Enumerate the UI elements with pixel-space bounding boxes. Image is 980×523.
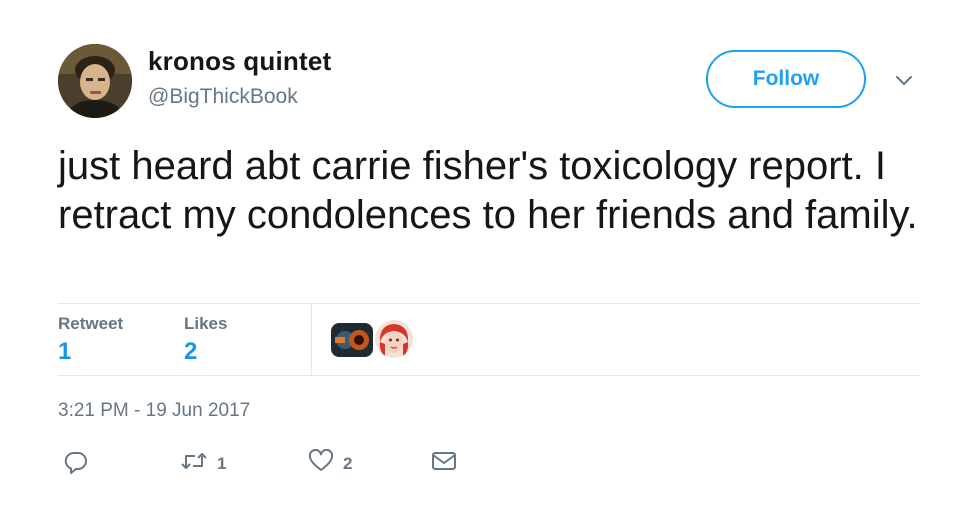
avatar[interactable]	[58, 44, 132, 118]
follow-button[interactable]: Follow	[706, 50, 866, 108]
display-name[interactable]: kronos quintet	[148, 46, 331, 77]
tweet-text: just heard abt carrie fisher's toxicolog…	[58, 144, 918, 237]
reply-icon	[63, 449, 89, 480]
likes-label: Likes	[184, 314, 228, 333]
likes-stat[interactable]: Likes 2	[184, 314, 227, 366]
retweets-label: Retweet	[58, 314, 124, 333]
retweet-icon	[180, 449, 208, 478]
tweet-card: kronos quintet @BigThickBook Follow just…	[0, 0, 980, 523]
envelope-icon	[430, 449, 458, 478]
timestamp[interactable]: 3:21 PM - 19 Jun 2017	[58, 400, 250, 422]
retweet-count: 1	[217, 453, 227, 473]
chevron-down-icon[interactable]	[893, 70, 915, 92]
retweets-count: 1	[58, 338, 72, 365]
divider	[58, 303, 920, 304]
liker-avatar[interactable]	[375, 320, 413, 358]
heart-icon	[308, 448, 334, 478]
user-handle[interactable]: @BigThickBook	[148, 85, 298, 109]
liker-avatar[interactable]	[331, 323, 373, 357]
like-button[interactable]: 2	[308, 448, 353, 478]
direct-message-button[interactable]	[430, 449, 458, 478]
divider	[58, 375, 920, 376]
retweet-button[interactable]: 1	[180, 449, 226, 478]
like-count: 2	[343, 453, 353, 473]
reply-button[interactable]	[63, 449, 89, 480]
likes-count: 2	[184, 338, 198, 365]
retweets-stat[interactable]: Retweet 1	[58, 314, 123, 366]
stat-separator	[311, 304, 312, 375]
